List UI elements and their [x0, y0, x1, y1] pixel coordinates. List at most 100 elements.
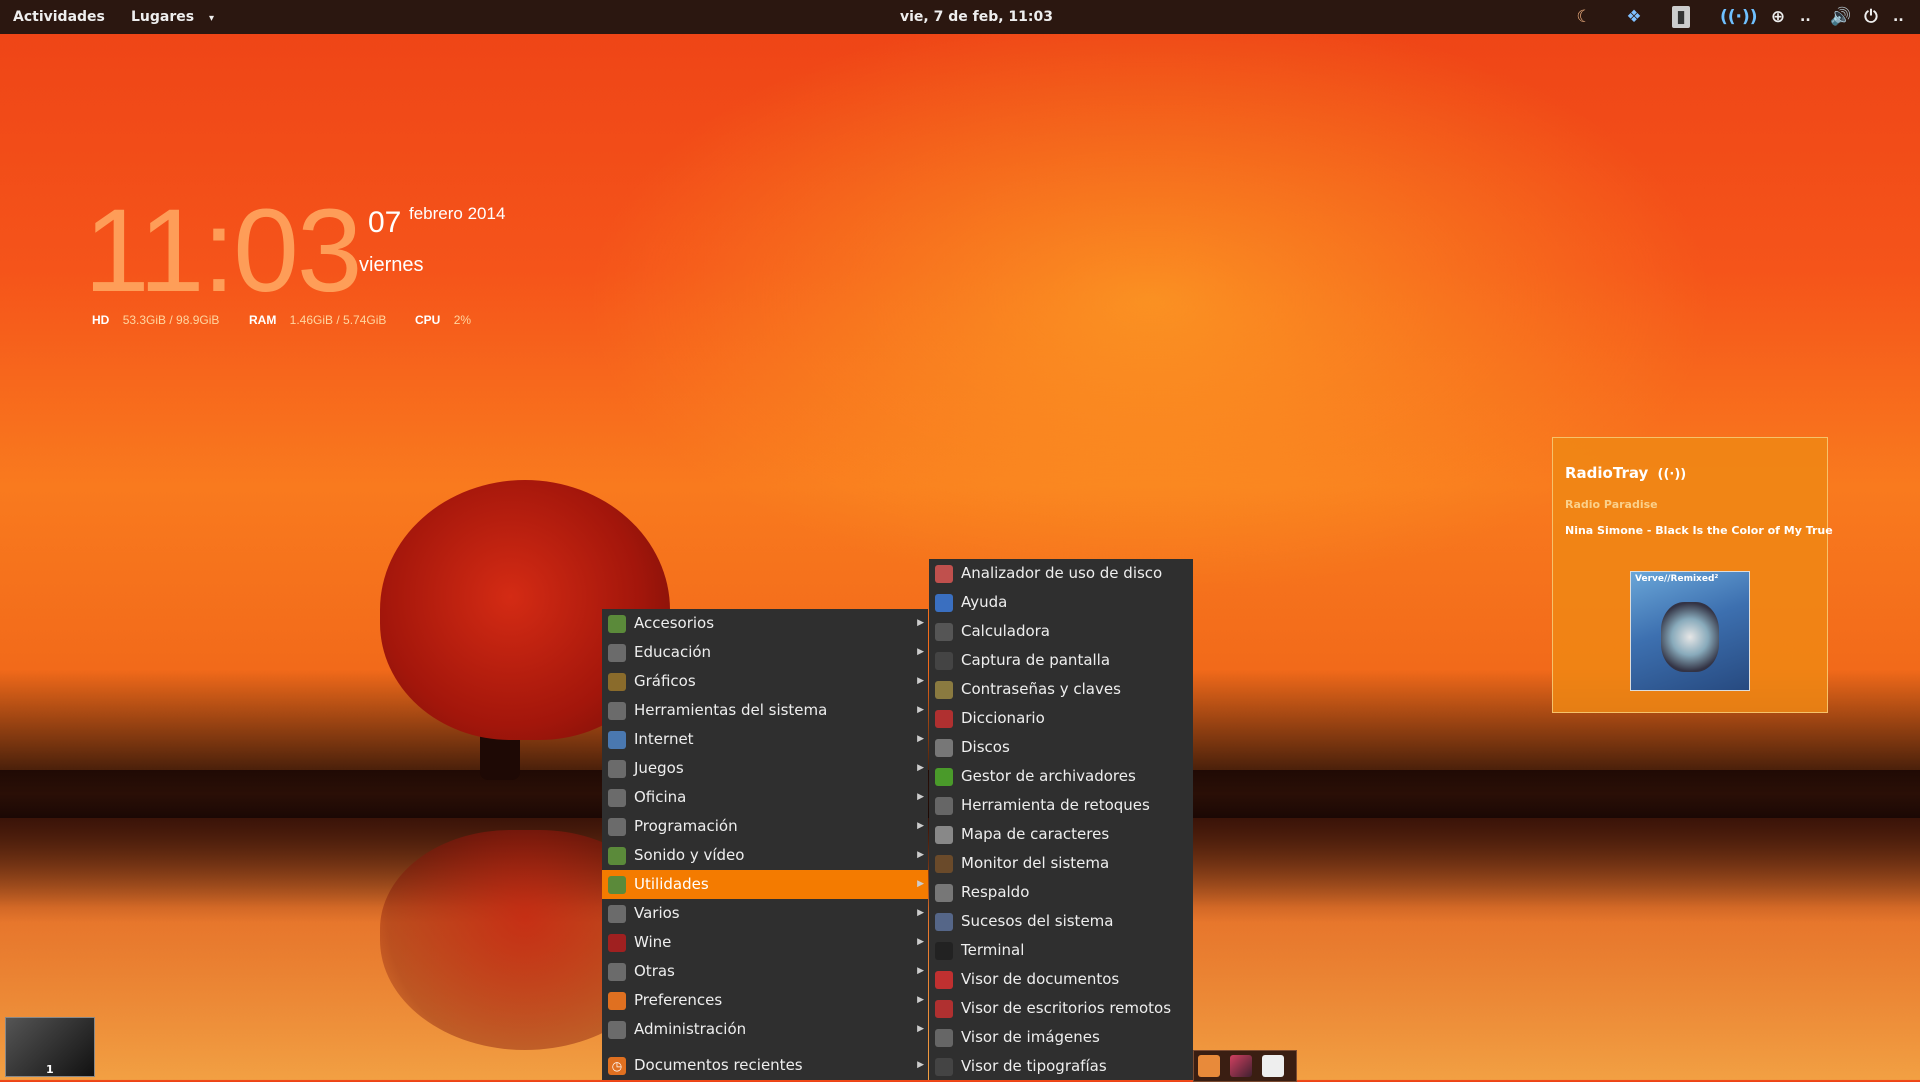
submenu-arrow-icon: ▶ — [917, 618, 924, 628]
menu-item-label: Ayuda — [961, 593, 1008, 611]
conky-weekday: viernes — [359, 254, 424, 276]
activities-button[interactable]: Actividades — [13, 9, 105, 25]
album-cover-label: Verve//Remixed² — [1635, 574, 1719, 584]
radio-signal-icon[interactable]: ((·)) — [1720, 6, 1758, 28]
menu-item-image-viewer[interactable]: Visor de imágenes — [929, 1023, 1193, 1052]
menu-item-utilities[interactable]: Utilidades ▶ — [602, 870, 928, 899]
menu-item-system-tools[interactable]: Herramientas del sistema ▶ — [602, 696, 928, 725]
menu-item-archive-manager[interactable]: Gestor de archivadores — [929, 762, 1193, 791]
submenu-arrow-icon: ▶ — [917, 763, 924, 773]
menu-item-label: Documentos recientes — [634, 1056, 803, 1074]
dock-app-document-icon[interactable] — [1262, 1055, 1284, 1077]
administration-icon — [608, 1021, 626, 1039]
menu-item-system-log[interactable]: Sucesos del sistema — [929, 907, 1193, 936]
cpu-stat: CPU 2% — [415, 313, 471, 327]
submenu-arrow-icon: ▶ — [917, 792, 924, 802]
menu-item-graphics[interactable]: Gráficos ▶ — [602, 667, 928, 696]
submenu-arrow-icon: ▶ — [917, 879, 924, 889]
menu-item-tweak-tool[interactable]: Herramienta de retoques — [929, 791, 1193, 820]
menu-item-font-viewer[interactable]: Visor de tipografías — [929, 1052, 1193, 1081]
menu-item-label: Herramienta de retoques — [961, 796, 1150, 814]
dock-app-image-icon[interactable] — [1230, 1055, 1252, 1077]
menu-item-label: Sonido y vídeo — [634, 846, 745, 864]
menu-item-education[interactable]: Educación ▶ — [602, 638, 928, 667]
menu-item-other[interactable]: Otras ▶ — [602, 957, 928, 986]
power-icon[interactable]: ⏻ — [1860, 6, 1882, 28]
menu-item-wine[interactable]: Wine ▶ — [602, 928, 928, 957]
submenu-arrow-icon: ▶ — [917, 966, 924, 976]
menu-item-label: Accesorios — [634, 614, 715, 632]
menu-item-remote-desktop[interactable]: Visor de escritorios remotos — [929, 994, 1193, 1023]
menu-item-recent-documents[interactable]: ◷ Documentos recientes ▶ — [602, 1051, 928, 1080]
passwords-icon — [935, 681, 953, 699]
menu-item-administration[interactable]: Administración ▶ — [602, 1015, 928, 1044]
date-time-clock[interactable]: vie, 7 de feb, 11:03 — [900, 9, 1053, 25]
submenu-arrow-icon: ▶ — [917, 908, 924, 918]
office-icon — [608, 789, 626, 807]
menu-item-document-viewer[interactable]: Visor de documentos — [929, 965, 1193, 994]
menu-item-label: Contraseñas y claves — [961, 680, 1121, 698]
menu-item-label: Administración — [634, 1020, 747, 1038]
moon-icon[interactable]: ☾ — [1573, 6, 1595, 28]
menu-item-label: Oficina — [634, 788, 687, 806]
menu-item-screenshot[interactable]: Captura de pantalla — [929, 646, 1193, 675]
places-menu[interactable]: Lugares ▾ — [131, 9, 214, 25]
utilities-submenu: Analizador de uso de disco Ayuda Calculado… — [929, 559, 1193, 1080]
menu-item-label: Otras — [634, 962, 675, 980]
system-tools-icon — [608, 702, 626, 720]
submenu-arrow-icon: ▶ — [917, 821, 924, 831]
accessories-icon — [608, 615, 626, 633]
menu-item-disk-usage[interactable]: Analizador de uso de disco — [929, 559, 1193, 588]
menu-item-dictionary[interactable]: Diccionario — [929, 704, 1193, 733]
calculator-icon — [935, 623, 953, 641]
menu-item-backup[interactable]: Respaldo — [929, 878, 1193, 907]
menu-item-label: Analizador de uso de disco — [961, 564, 1163, 582]
cpu-value: 2% — [453, 313, 472, 327]
menu-item-label: Varios — [634, 904, 680, 922]
menu-item-passwords[interactable]: Contraseñas y claves — [929, 675, 1193, 704]
dock-app-orange-icon[interactable] — [1198, 1055, 1220, 1077]
menu-item-calculator[interactable]: Calculadora — [929, 617, 1193, 646]
workspace-number: 1 — [46, 1063, 54, 1076]
wine-icon — [608, 934, 626, 952]
menu-item-programming[interactable]: Programación ▶ — [602, 812, 928, 841]
contact-card-icon[interactable]: ▮ — [1672, 6, 1690, 28]
graphics-icon — [608, 673, 626, 691]
workspace-thumbnail[interactable]: 1 — [5, 1017, 95, 1077]
menu-item-label: Gráficos — [634, 672, 696, 690]
applications-menu: Accesorios ▶ Educación ▶ Gráficos ▶ Herramient… — [602, 609, 928, 1080]
menu-item-help[interactable]: Ayuda — [929, 588, 1193, 617]
menu-item-system-monitor[interactable]: Monitor del sistema — [929, 849, 1193, 878]
menu-item-label: Discos — [961, 738, 1010, 756]
menu-item-accessories[interactable]: Accesorios ▶ — [602, 609, 928, 638]
menu-item-label: Visor de imágenes — [961, 1028, 1100, 1046]
misc-icon — [608, 905, 626, 923]
menu-item-character-map[interactable]: Mapa de caracteres — [929, 820, 1193, 849]
system-monitor-icon — [935, 855, 953, 873]
volume-icon[interactable]: 🔊 — [1830, 6, 1852, 28]
menu-item-label: Sucesos del sistema — [961, 912, 1114, 930]
dock — [1193, 1050, 1297, 1082]
menu-item-label: Gestor de archivadores — [961, 767, 1136, 785]
chevron-down-icon: ▾ — [208, 13, 214, 24]
menu-item-office[interactable]: Oficina ▶ — [602, 783, 928, 812]
submenu-arrow-icon: ▶ — [917, 995, 924, 1005]
system-log-icon — [935, 913, 953, 931]
menu-item-disks[interactable]: Discos — [929, 733, 1193, 762]
screenshot-icon — [935, 652, 953, 670]
menu-item-preferences[interactable]: Preferences ▶ — [602, 986, 928, 1015]
menu-item-internet[interactable]: Internet ▶ — [602, 725, 928, 754]
menu-item-label: Programación — [634, 817, 738, 835]
submenu-arrow-icon: ▶ — [917, 676, 924, 686]
menu-item-terminal[interactable]: Terminal — [929, 936, 1193, 965]
menu-item-misc[interactable]: Varios ▶ — [602, 899, 928, 928]
accessibility-icon[interactable]: ⊕ — [1767, 6, 1789, 28]
menu-item-games[interactable]: Juegos ▶ — [602, 754, 928, 783]
hd-label: HD — [92, 313, 110, 327]
menu-item-sound-video[interactable]: Sonido y vídeo ▶ — [602, 841, 928, 870]
dropbox-icon[interactable]: ❖ — [1623, 6, 1645, 28]
cpu-label: CPU — [415, 313, 441, 327]
radiotray-widget: RadioTray ((·)) Radio Paradise Nina Simo… — [1552, 437, 1833, 713]
conky-month-year: febrero 2014 — [409, 204, 506, 223]
panel-overflow-mid: .. — [1800, 9, 1811, 25]
